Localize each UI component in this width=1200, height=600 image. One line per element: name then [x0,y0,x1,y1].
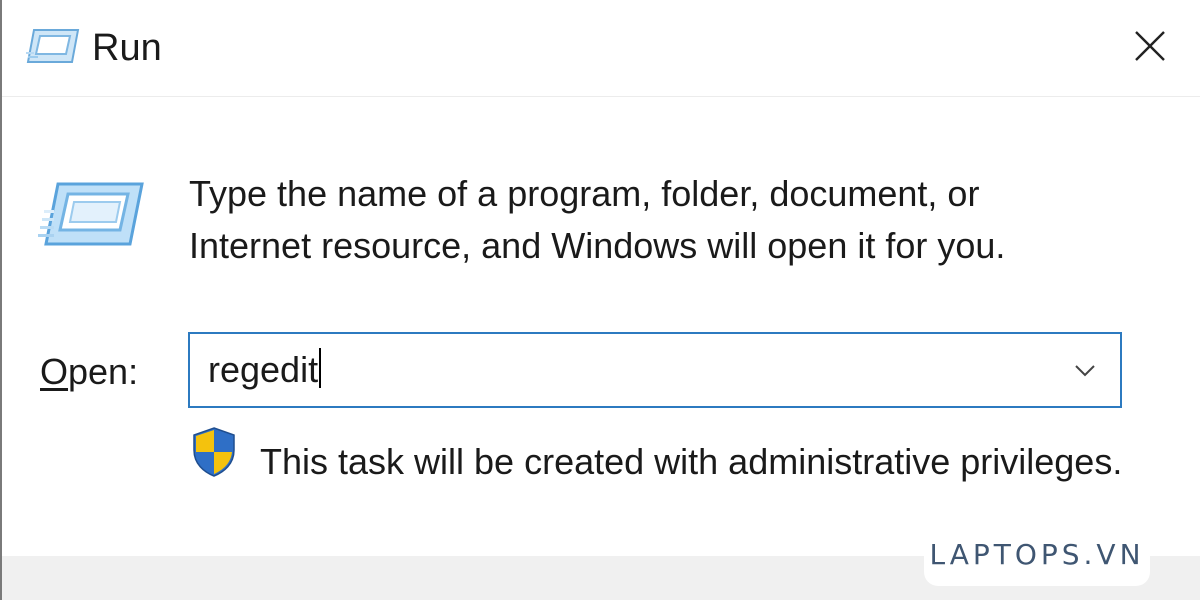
chevron-down-icon[interactable] [1072,360,1098,380]
watermark: LAPTOPS.VN [924,522,1150,586]
title-bar: Run [2,0,1200,97]
close-icon[interactable] [1124,20,1176,72]
watermark-text: LAPTOPS.VN [929,537,1145,571]
open-combobox[interactable]: regedit [188,332,1122,408]
run-description: Type the name of a program, folder, docu… [189,168,1149,272]
open-label-mnemonic: O [40,351,69,392]
description-line: Internet resource, and Windows will open… [189,225,1006,266]
run-icon [38,182,144,246]
open-label: Open: [40,350,138,394]
description-line: Type the name of a program, folder, docu… [189,173,980,214]
admin-privileges-notice: This task will be created with administr… [260,441,1123,482]
run-icon [26,29,80,63]
text-caret [319,348,322,388]
open-input-value: regedit [208,349,319,390]
window-title: Run [92,27,162,69]
open-input[interactable]: regedit [208,348,322,392]
uac-shield-icon [193,427,235,477]
run-dialog: Run Type the name of a program, folder, … [0,0,1200,600]
open-label-text: pen: [68,351,139,392]
